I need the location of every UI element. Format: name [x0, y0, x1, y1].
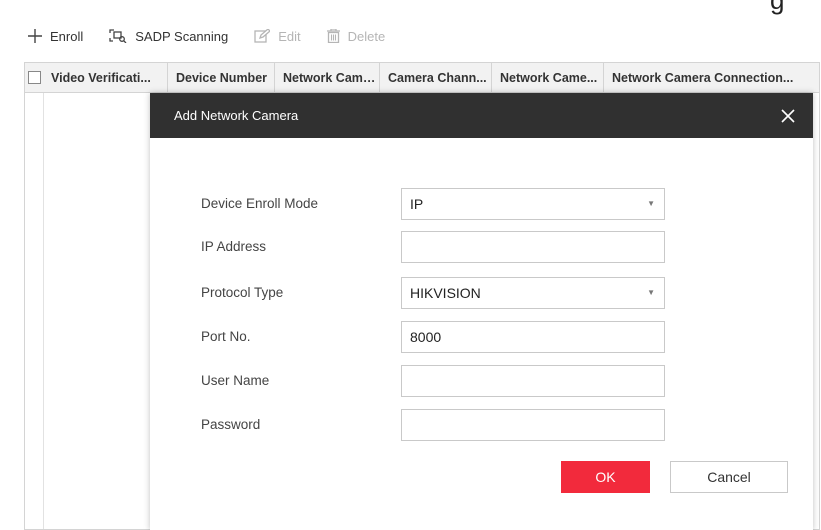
form-row-enroll-mode: Device Enroll Mode IP ▼: [150, 188, 813, 220]
enroll-button[interactable]: Enroll: [28, 29, 83, 44]
password-label: Password: [201, 417, 261, 432]
edit-label: Edit: [278, 28, 301, 44]
scan-icon: [109, 29, 127, 43]
dialog-header: Add Network Camera: [150, 93, 813, 138]
port-no-label: Port No.: [201, 329, 251, 344]
ok-button[interactable]: OK: [561, 461, 650, 493]
trash-icon: [326, 29, 340, 43]
sadp-scanning-button[interactable]: SADP Scanning: [109, 29, 228, 44]
form-row-ip-address: IP Address: [150, 231, 813, 263]
select-all-cell: [25, 63, 43, 92]
user-name-label: User Name: [201, 373, 270, 388]
enroll-mode-label: Device Enroll Mode: [201, 196, 319, 211]
column-header[interactable]: Network Came...: [492, 63, 604, 92]
plus-icon: [28, 29, 42, 43]
form-row-port-no: Port No.: [150, 321, 813, 353]
top-edge-text: g: [770, 0, 785, 15]
caret-down-icon: ▼: [647, 199, 655, 208]
protocol-type-select[interactable]: HIKVISION ▼: [401, 277, 665, 309]
cancel-button[interactable]: Cancel: [670, 461, 788, 493]
column-header[interactable]: Network Camera Connection...: [604, 63, 819, 92]
enroll-label: Enroll: [50, 28, 84, 44]
dialog-title: Add Network Camera: [174, 108, 299, 123]
column-header[interactable]: Video Verificati...: [43, 63, 168, 92]
column-divider: [43, 93, 44, 529]
toolbar: Enroll SADP Scanning Edit Delete: [28, 22, 411, 50]
user-name-input[interactable]: [401, 365, 665, 397]
ip-address-label: IP Address: [201, 239, 267, 254]
edit-icon: [254, 29, 271, 43]
form-row-protocol-type: Protocol Type HIKVISION ▼: [150, 277, 813, 309]
ip-address-input[interactable]: [401, 231, 665, 263]
add-network-camera-dialog: Add Network Camera Device Enroll Mode IP…: [150, 93, 813, 530]
enroll-mode-select[interactable]: IP ▼: [401, 188, 665, 220]
column-header[interactable]: Camera Chann...: [380, 63, 492, 92]
column-header[interactable]: Network Came...: [275, 63, 380, 92]
port-no-input[interactable]: [401, 321, 665, 353]
edit-button[interactable]: Edit: [254, 28, 301, 44]
delete-button[interactable]: Delete: [326, 28, 386, 44]
form-row-user-name: User Name: [150, 365, 813, 397]
enroll-mode-value: IP: [410, 196, 424, 212]
column-header[interactable]: Device Number: [168, 63, 275, 92]
caret-down-icon: ▼: [647, 288, 655, 297]
close-icon[interactable]: [781, 108, 795, 123]
form-row-password: Password: [150, 409, 813, 441]
protocol-type-value: HIKVISION: [410, 285, 481, 301]
delete-label: Delete: [347, 28, 386, 44]
sadp-scanning-label: SADP Scanning: [135, 28, 229, 44]
table-header: Video Verificati... Device Number Networ…: [25, 63, 819, 93]
select-all-checkbox[interactable]: [28, 71, 41, 84]
app-root: g Enroll SADP Scanning Edit Delete Video…: [0, 0, 821, 530]
protocol-type-label: Protocol Type: [201, 285, 284, 300]
password-input[interactable]: [401, 409, 665, 441]
